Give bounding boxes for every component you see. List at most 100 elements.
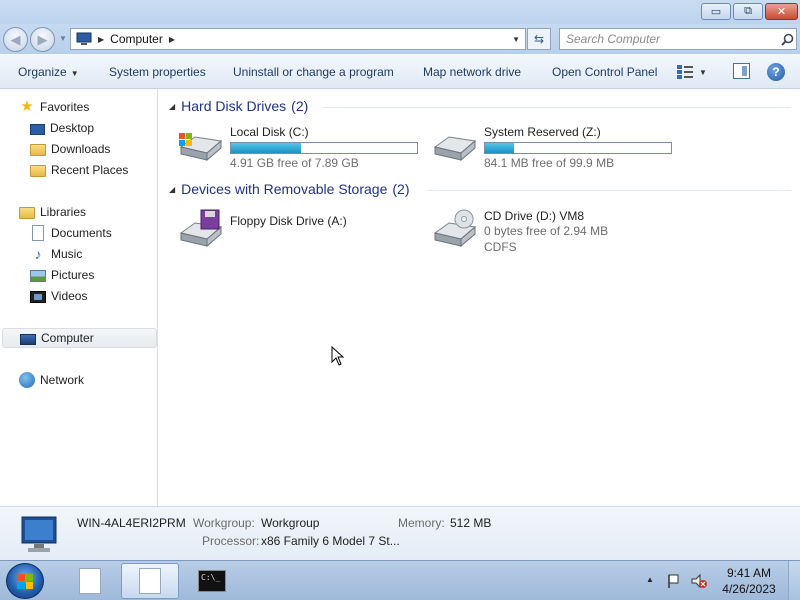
drive-item-c[interactable]: Local Disk (C:) 4.91 GB free of 7.89 GB [177,125,427,170]
floppy-disk-icon [179,209,223,247]
details-pane: WIN-4AL4ERI2PRM Workgroup: Workgroup Mem… [0,506,800,560]
system-clock[interactable]: 9:41 AM 4/26/2023 [716,565,782,597]
document-icon [79,568,101,594]
nav-music[interactable]: ♪ Music [30,244,83,264]
title-bar: ▭ ⧉ ✕ [0,0,800,24]
pictures-icon [30,270,46,282]
taskbar-item-explorer-1[interactable] [61,563,119,599]
navigation-bar: ◀ ▶ ▼ ▶ Computer ▶ ▼ ⇆ Search Computer [0,24,800,54]
computer-icon [76,32,92,45]
drive-item-d[interactable]: CD Drive (D:) VM8 0 bytes free of 2.94 M… [431,209,681,259]
group-header-hard-disks[interactable]: ◢ Hard Disk Drives (2) [169,98,308,114]
nav-label: Music [51,247,83,261]
nav-documents[interactable]: Documents [30,223,112,243]
drive-item-a[interactable]: Floppy Disk Drive (A:) [177,209,427,253]
chevron-down-icon: ▼ [699,67,707,77]
uninstall-program-button[interactable]: Uninstall or change a program [233,65,394,79]
drive-name: Local Disk (C:) [230,125,309,139]
organize-label: Organize [18,65,67,79]
nav-network[interactable]: Network [19,370,84,390]
taskbar-item-explorer-2[interactable] [121,563,179,599]
group-divider [323,107,791,108]
group-count: (2) [291,98,309,114]
change-view-button[interactable]: ▼ [677,63,712,81]
action-center-flag-icon[interactable] [666,573,682,589]
start-button[interactable] [6,563,44,599]
videos-icon [30,291,46,303]
cd-drive-icon [433,209,477,247]
group-divider [427,190,791,191]
libraries-icon [19,207,35,219]
forward-arrow-icon: ▶ [37,31,48,47]
nav-downloads[interactable]: Downloads [30,139,110,159]
group-title: Devices with Removable Storage [181,181,388,197]
show-desktop-button[interactable] [788,561,800,600]
help-icon[interactable]: ? [767,63,785,81]
star-icon: ★ [20,98,34,115]
group-count: (2) [392,181,410,197]
drive-usage-bar [230,142,418,154]
refresh-button[interactable]: ⇆ [527,28,551,50]
document-icon [139,568,161,594]
windows-logo-icon [17,574,33,589]
collapse-triangle-icon[interactable]: ◢ [169,185,175,194]
computer-icon [20,333,36,345]
open-control-panel-button[interactable]: Open Control Panel [552,65,657,79]
organize-button[interactable]: Organize ▼ [18,65,79,79]
nav-pictures[interactable]: Pictures [30,265,94,285]
nav-libraries[interactable]: Libraries [19,202,86,222]
map-network-drive-button[interactable]: Map network drive [423,65,521,79]
downloads-folder-icon [30,144,46,156]
taskbar-item-command-prompt[interactable]: C:\_ [183,563,241,599]
recent-pages-dropdown[interactable]: ▼ [59,34,67,43]
nav-favorites[interactable]: ★ Favorites [19,97,89,117]
collapse-triangle-icon[interactable]: ◢ [169,102,175,111]
nav-recent-places[interactable]: Recent Places [30,160,128,180]
windows-hard-disk-icon [179,133,223,162]
volume-muted-icon[interactable] [690,573,708,589]
breadcrumb-separator[interactable]: ▶ [98,35,104,44]
nav-label: Favorites [40,100,90,114]
hard-disk-icon [433,136,477,162]
address-history-dropdown[interactable]: ▼ [512,35,520,44]
drive-name: System Reserved (Z:) [484,125,601,139]
nav-label: Pictures [51,268,95,282]
mouse-cursor-icon [331,346,345,366]
back-arrow-icon: ◀ [10,31,21,47]
nav-computer[interactable]: Computer [2,328,157,348]
nav-label: Network [40,373,85,387]
breadcrumb-computer[interactable]: Computer [110,32,163,46]
drive-usage-fill [231,143,302,153]
search-box[interactable]: Search Computer [559,28,797,50]
group-header-removable[interactable]: ◢ Devices with Removable Storage (2) [169,181,410,197]
computer-icon [21,516,57,552]
back-button[interactable]: ◀ [3,27,28,52]
preview-pane-button[interactable] [733,63,750,79]
chevron-down-icon: ▼ [70,69,79,78]
nav-label: Libraries [40,205,87,219]
drive-free-space: 4.91 GB free of 7.89 GB [230,156,359,170]
refresh-icon: ⇆ [533,32,545,46]
processor-label: Processor: [202,534,260,548]
close-button[interactable]: ✕ [765,3,798,20]
clock-time: 9:41 AM [726,566,772,580]
maximize-button[interactable]: ⧉ [733,3,763,20]
memory-label: Memory: [398,516,445,530]
nav-desktop[interactable]: Desktop [30,118,94,138]
show-hidden-icons-button[interactable]: ▲ [646,575,654,584]
forward-button[interactable]: ▶ [30,27,55,52]
nav-videos[interactable]: Videos [30,286,87,306]
drive-free-space: 0 bytes free of 2.94 MB [484,224,609,238]
system-properties-button[interactable]: System properties [109,65,206,79]
search-input[interactable]: Search Computer [566,32,778,46]
file-list: ◢ Hard Disk Drives (2) Local Disk (C:) 4… [159,89,800,506]
minimize-button[interactable]: ▭ [701,3,731,20]
clock-date: 4/26/2023 [722,582,776,596]
breadcrumb-separator[interactable]: ▶ [169,35,175,44]
drive-item-z[interactable]: System Reserved (Z:) 84.1 MB free of 99.… [431,125,681,170]
drive-usage-fill [485,143,515,153]
taskbar: C:\_ ▲ 9:41 AM 4/26/2023 [0,560,800,600]
documents-icon [32,225,44,241]
search-icon[interactable] [778,30,796,48]
address-bar[interactable]: ▶ Computer ▶ ▼ [70,28,526,50]
